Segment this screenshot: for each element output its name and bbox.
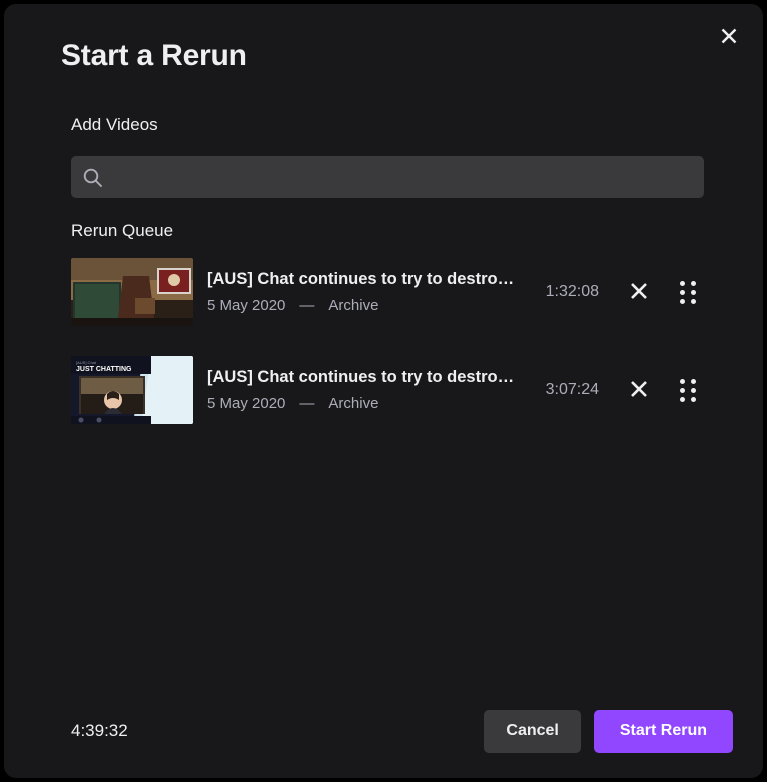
- queue-item-date: 5 May 2020: [207, 297, 286, 315]
- close-icon: [719, 26, 739, 46]
- queue-item[interactable]: [AUS] Chat continues to try to destroy… …: [71, 256, 705, 328]
- start-rerun-dialog: Start a Rerun Add Videos Rerun Queue [AU…: [4, 4, 763, 778]
- queue-item-info: [AUS] Chat continues to try to destroy… …: [193, 269, 527, 315]
- queue-item-info: [AUS] Chat continues to try to destroy… …: [193, 367, 527, 413]
- queue-item-separator: —: [299, 395, 315, 413]
- video-thumbnail: [71, 258, 193, 326]
- drag-handle-icon: [680, 378, 696, 402]
- remove-queue-item-button[interactable]: [617, 270, 661, 314]
- drag-queue-item-handle[interactable]: [671, 368, 705, 412]
- search-input[interactable]: [113, 156, 704, 198]
- add-videos-label: Add Videos: [71, 115, 158, 134]
- drag-handle-icon: [680, 280, 696, 304]
- remove-queue-item-button[interactable]: [617, 368, 661, 412]
- queue-item-title: [AUS] Chat continues to try to destroy…: [207, 269, 517, 288]
- close-icon: [628, 280, 650, 305]
- footer-actions: Cancel Start Rerun: [484, 709, 733, 753]
- svg-text:JUST CHATTING: JUST CHATTING: [76, 366, 132, 373]
- total-duration: 4:39:32: [71, 721, 128, 740]
- queue-item-separator: —: [299, 297, 315, 315]
- queue-item-date: 5 May 2020: [207, 395, 286, 413]
- close-dialog-button[interactable]: [710, 17, 748, 55]
- queue-item-meta: 5 May 2020 — Archive: [207, 395, 517, 413]
- search-icon: [71, 156, 113, 198]
- video-thumbnail: [AUS] Chat JUST CHATTING: [71, 356, 193, 424]
- svg-text:[AUS] Chat: [AUS] Chat: [76, 360, 97, 365]
- queue-item-title: [AUS] Chat continues to try to destroy…: [207, 367, 517, 386]
- queue-item[interactable]: [AUS] Chat JUST CHATTING [AUS] Chat cont…: [71, 354, 705, 426]
- modal-backdrop: Start a Rerun Add Videos Rerun Queue [AU…: [0, 0, 767, 782]
- dialog-footer: 4:39:32 Cancel Start Rerun: [4, 684, 763, 778]
- rerun-queue-label: Rerun Queue: [71, 221, 174, 240]
- queue-item-meta: 5 May 2020 — Archive: [207, 297, 517, 315]
- queue-item-type: Archive: [328, 395, 379, 413]
- search-field[interactable]: [71, 156, 704, 198]
- start-rerun-button[interactable]: Start Rerun: [593, 709, 733, 753]
- queue-item-duration: 1:32:08: [545, 283, 599, 300]
- queue-item-duration: 3:07:24: [545, 381, 599, 398]
- cancel-button[interactable]: Cancel: [484, 709, 581, 753]
- queue-item-type: Archive: [328, 297, 379, 315]
- close-icon: [628, 378, 650, 403]
- dialog-title: Start a Rerun: [61, 39, 247, 72]
- drag-queue-item-handle[interactable]: [671, 270, 705, 314]
- rerun-queue-list: [AUS] Chat continues to try to destroy… …: [71, 256, 705, 452]
